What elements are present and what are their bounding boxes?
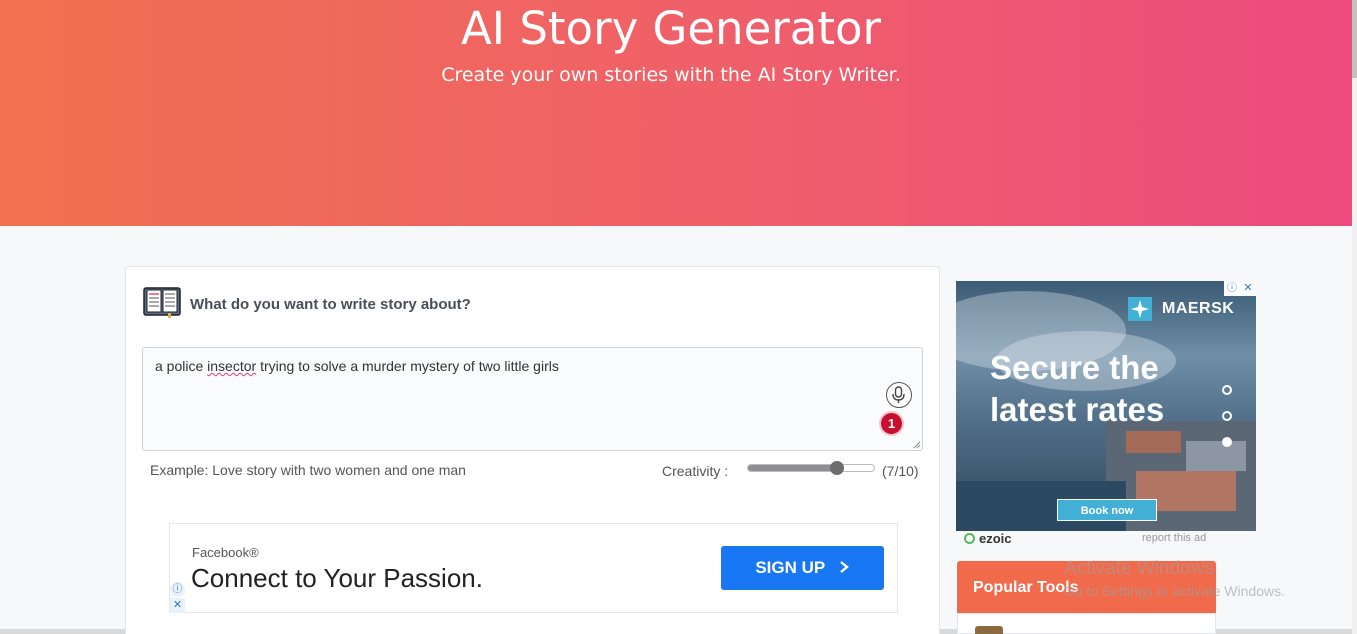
signup-button-label: SIGN UP bbox=[755, 558, 825, 577]
microphone-icon[interactable] bbox=[886, 382, 912, 408]
story-text-suffix: trying to solve a murder mystery of two … bbox=[256, 358, 559, 374]
ezoic-label: ezoic bbox=[979, 531, 1012, 546]
creativity-slider-thumb[interactable] bbox=[830, 461, 845, 475]
adchoices-icon[interactable]: ⓘ bbox=[1224, 281, 1240, 296]
scrollbar-thumb[interactable] bbox=[1352, 0, 1357, 78]
maersk-logo-text: MAERSK bbox=[1162, 300, 1235, 317]
maersk-star-icon bbox=[1128, 297, 1152, 321]
ad-brand: Facebook® bbox=[192, 545, 259, 560]
resize-grip-icon[interactable] bbox=[913, 441, 921, 449]
notification-badge[interactable]: 1 bbox=[879, 411, 904, 436]
ad-headline[interactable]: Connect to Your Passion. bbox=[191, 563, 483, 594]
story-text-prefix: a police bbox=[155, 358, 208, 374]
page-subtitle: Create your own stories with the AI Stor… bbox=[441, 64, 901, 86]
story-form-card: What do you want to write story about? a… bbox=[125, 266, 940, 634]
creativity-value: (7/10) bbox=[882, 463, 919, 479]
creativity-label: Creativity : bbox=[662, 463, 729, 479]
story-question-label: What do you want to write story about? bbox=[190, 296, 471, 313]
windows-watermark-title: Activate Windows bbox=[1064, 558, 1214, 579]
slide-dot[interactable] bbox=[1222, 385, 1232, 395]
slide-dot[interactable] bbox=[1222, 411, 1232, 421]
ad-container-stack bbox=[1186, 441, 1246, 471]
signup-button[interactable]: SIGN UP bbox=[721, 546, 884, 590]
ad-close-icon[interactable]: ✕ bbox=[1240, 281, 1256, 296]
hero-banner: AI Story Generator Create your own stori… bbox=[0, 0, 1352, 226]
popular-tools-label: Popular Tools bbox=[973, 579, 1079, 596]
maersk-ad[interactable]: MAERSK Secure the latest rates Book now bbox=[956, 281, 1256, 531]
report-ad-link[interactable]: report this ad bbox=[1142, 532, 1206, 544]
page-title: AI Story Generator bbox=[460, 2, 882, 55]
popular-tools-list bbox=[957, 613, 1216, 634]
story-text[interactable]: a police insector trying to solve a murd… bbox=[155, 358, 559, 374]
tool-thumbnail-icon[interactable] bbox=[975, 626, 1003, 634]
vertical-scrollbar[interactable] bbox=[1352, 0, 1357, 634]
ezoic-logo: ezoic bbox=[964, 531, 1012, 546]
story-textarea[interactable]: a police insector trying to solve a murd… bbox=[142, 347, 923, 451]
facebook-ad[interactable]: Facebook® Connect to Your Passion. SIGN … bbox=[169, 523, 898, 613]
book-icon bbox=[143, 287, 181, 318]
side-ad-headline: Secure the latest rates bbox=[990, 349, 1165, 428]
creativity-slider-fill bbox=[748, 465, 837, 471]
example-hint: Example: Love story with two women and o… bbox=[150, 462, 466, 478]
slide-dot-active[interactable] bbox=[1222, 437, 1232, 447]
book-now-button[interactable]: Book now bbox=[1057, 499, 1157, 521]
ad-close-icon[interactable]: ✕ bbox=[170, 598, 185, 613]
creativity-slider[interactable] bbox=[747, 461, 875, 475]
chevron-right-icon bbox=[839, 561, 849, 573]
misspelled-word[interactable]: insector bbox=[207, 358, 256, 374]
ezoic-icon bbox=[964, 533, 975, 544]
ad-info-icon[interactable]: ⓘ bbox=[170, 582, 185, 597]
windows-watermark-subtitle: Go to Settings to activate Windows. bbox=[1064, 583, 1285, 599]
ad-container-stack bbox=[1126, 431, 1181, 453]
